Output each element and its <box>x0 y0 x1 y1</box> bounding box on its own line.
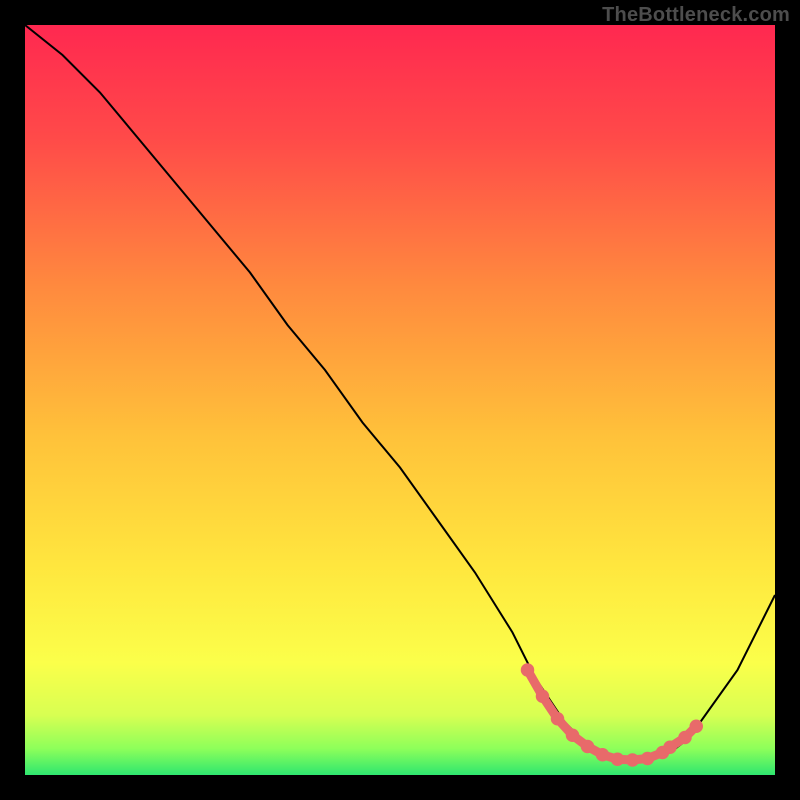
optimal-range-dots <box>25 25 775 775</box>
optimal-point <box>581 740 595 754</box>
optimal-point <box>663 741 677 755</box>
optimal-point <box>678 731 692 745</box>
optimal-point <box>641 752 655 766</box>
optimal-point <box>536 690 550 704</box>
optimal-point <box>596 748 610 762</box>
optimal-point <box>521 663 535 677</box>
optimal-point <box>611 753 625 767</box>
watermark-text: TheBottleneck.com <box>602 4 790 27</box>
plot-area <box>25 25 775 775</box>
optimal-point <box>551 712 565 726</box>
optimal-point <box>626 753 640 767</box>
chart-stage: TheBottleneck.com <box>0 0 800 800</box>
optimal-point <box>566 728 580 742</box>
optimal-point <box>690 720 704 734</box>
